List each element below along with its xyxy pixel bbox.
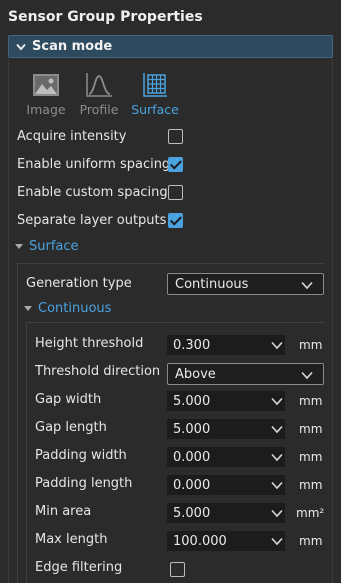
gap-width-unit: mm [299,394,323,408]
chevron-down-icon[interactable] [271,451,283,466]
mode-profile-label: Profile [79,102,119,117]
min-area-label: Min area [35,504,92,519]
option-label: Enable uniform spacing [17,156,171,172]
chevron-down-icon[interactable] [271,479,283,494]
padding-width-unit: mm [299,450,323,464]
acquire-intensity-checkbox[interactable] [168,129,183,144]
chevron-down-icon[interactable] [271,535,283,550]
mode-image-label: Image [26,102,66,117]
generation-type-label: Generation type [26,276,132,291]
option-enable-uniform-spacing: Enable uniform spacing [17,153,170,175]
padding-length-label: Padding length [35,476,133,491]
scan-mode-selector: Image Profile Surface [18,70,186,117]
enable-custom-spacing-checkbox[interactable] [168,185,183,200]
panel-title: Sensor Group Properties [8,9,203,25]
height-threshold-label: Height threshold [35,336,144,351]
gap-length-unit: mm [299,422,323,436]
padding-width-label: Padding width [35,448,127,463]
padding-length-input[interactable]: 0.000 [167,475,285,495]
surface-tree-header[interactable]: Surface [15,239,79,254]
min-area-input[interactable]: 5.000 [167,503,285,523]
expand-triangle-icon [24,306,32,311]
height-threshold-unit: mm [299,338,323,352]
threshold-direction-select[interactable]: Above [167,363,324,385]
chevron-down-icon [301,279,313,294]
chevron-down-icon [301,369,313,384]
max-length-unit: mm [299,534,323,548]
enable-uniform-spacing-checkbox[interactable] [168,157,183,172]
padding-length-value: 0.000 [173,477,211,493]
option-separate-layer-outputs: Separate layer outputs [17,209,166,231]
chevron-down-icon[interactable] [271,395,283,410]
max-length-label: Max length [35,532,108,547]
chevron-down-icon [16,43,26,51]
threshold-direction-value: Above [175,366,216,382]
padding-length-unit: mm [299,478,323,492]
edge-filtering-checkbox[interactable] [170,562,185,577]
chevron-down-icon[interactable] [271,339,283,354]
edge-filtering-label: Edge filtering [35,560,123,575]
generation-type-value: Continuous [175,276,249,292]
surface-tree-label: Surface [29,239,79,254]
chevron-down-icon[interactable] [271,423,283,438]
height-threshold-value: 0.300 [173,337,211,353]
gap-length-value: 5.000 [173,421,211,437]
mode-profile[interactable]: Profile [74,70,124,117]
continuous-tree-label: Continuous [38,301,112,316]
profile-icon [85,70,113,100]
continuous-tree-header[interactable]: Continuous [24,301,111,316]
option-label: Acquire intensity [17,128,127,144]
gap-width-value: 5.000 [173,393,211,409]
surface-icon [142,70,168,100]
gap-width-input[interactable]: 5.000 [167,391,285,411]
min-area-value: 5.000 [173,505,211,521]
option-enable-custom-spacing: Enable custom spacing [17,181,168,203]
separate-layer-outputs-checkbox[interactable] [168,213,183,228]
max-length-value: 100.000 [173,533,227,549]
scan-mode-section-header[interactable]: Scan mode [8,35,333,58]
height-threshold-input[interactable]: 0.300 [167,335,285,355]
min-area-unit: mm² [296,506,325,520]
image-icon [32,70,60,100]
chevron-down-icon[interactable] [271,507,283,522]
mode-surface[interactable]: Surface [124,70,186,117]
threshold-direction-label: Threshold direction [35,364,161,379]
max-length-input[interactable]: 100.000 [167,531,285,551]
padding-width-input[interactable]: 0.000 [167,447,285,467]
option-acquire-intensity: Acquire intensity [17,125,126,147]
padding-width-value: 0.000 [173,449,211,465]
mode-image[interactable]: Image [18,70,74,117]
gap-length-label: Gap length [35,420,107,435]
section-label: Scan mode [32,39,113,54]
option-label: Enable custom spacing [17,184,168,200]
gap-width-label: Gap width [35,392,102,407]
expand-triangle-icon [15,244,23,249]
generation-type-select[interactable]: Continuous [167,273,324,295]
gap-length-input[interactable]: 5.000 [167,419,285,439]
mode-surface-label: Surface [131,102,179,117]
option-label: Separate layer outputs [17,212,167,228]
